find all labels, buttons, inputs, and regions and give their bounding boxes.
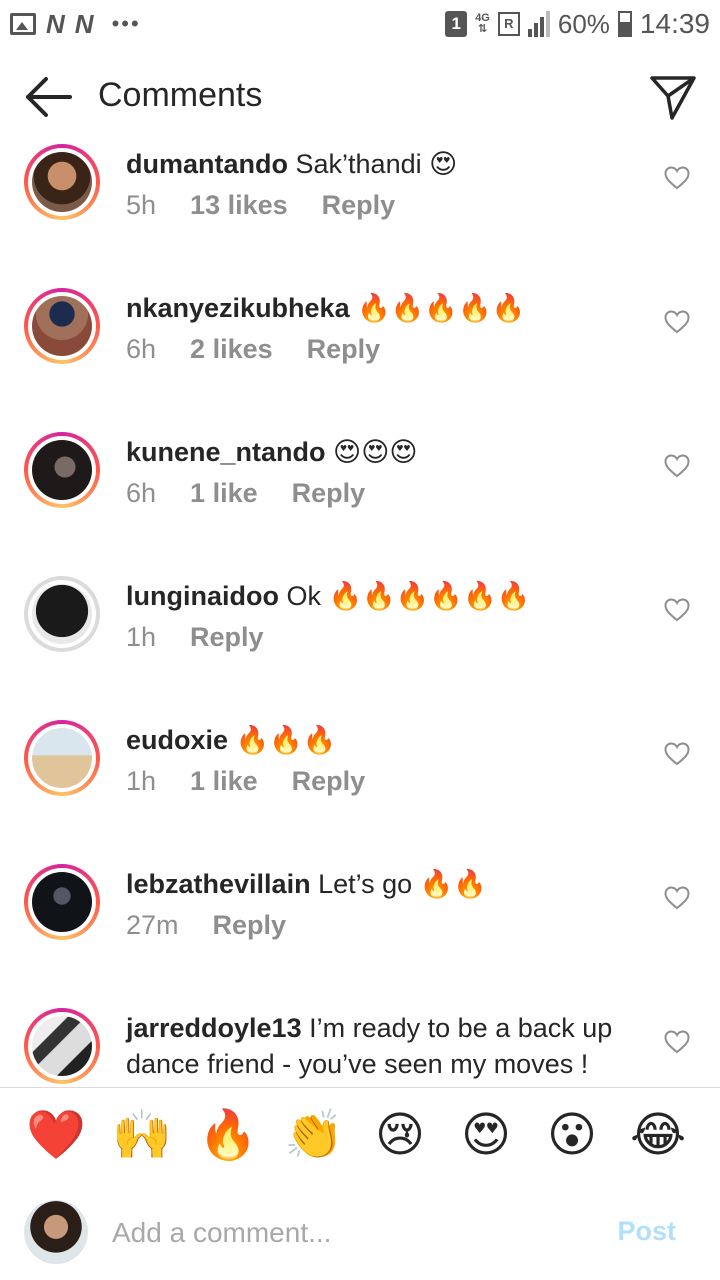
- page-title: Comments: [98, 76, 263, 114]
- comment-item: jarreddoyle13 I’m ready to be a back up …: [0, 1008, 720, 1087]
- more-notifications-icon: •••: [111, 11, 141, 36]
- heart-outline-icon[interactable]: [664, 742, 690, 766]
- comment-list[interactable]: dumantando Sak’thandi 😍 5h 13 likes Repl…: [0, 142, 720, 1087]
- comment-username[interactable]: kunene_ntando: [126, 437, 326, 467]
- status-bar-system: 1 4G ⇅ R 60% 14:39: [445, 8, 710, 40]
- avatar[interactable]: [24, 576, 100, 652]
- comment-body: 🔥🔥🔥: [235, 725, 337, 755]
- sim-indicator: 1: [445, 11, 468, 37]
- send-icon[interactable]: [648, 72, 698, 122]
- avatar[interactable]: [24, 864, 100, 940]
- clapping-emoji-button[interactable]: 👏: [284, 1106, 344, 1166]
- comment-time: 6h: [126, 478, 157, 508]
- reply-button[interactable]: Reply: [213, 910, 287, 941]
- comment-body: Ok 🔥🔥🔥🔥🔥🔥: [286, 581, 531, 611]
- avatar[interactable]: [24, 720, 100, 796]
- notification-n-icon: N: [74, 9, 94, 39]
- post-button[interactable]: Post: [617, 1216, 676, 1247]
- heart-outline-icon[interactable]: [664, 1030, 690, 1054]
- comment-body: Sak’thandi 😍: [295, 149, 458, 179]
- comment-composer: Post: [0, 1184, 720, 1280]
- comment-time: 27m: [126, 910, 179, 940]
- arrow-left-icon[interactable]: [22, 74, 74, 120]
- comment-username[interactable]: dumantando: [126, 149, 288, 179]
- comment-item: dumantando Sak’thandi 😍 5h 13 likes Repl…: [0, 144, 720, 288]
- comment-body: 🔥🔥🔥🔥🔥: [357, 293, 526, 323]
- comment-time: 5h: [126, 190, 157, 220]
- comment-username[interactable]: eudoxie: [126, 725, 228, 755]
- avatar: [24, 1200, 88, 1264]
- comment-username[interactable]: lebzathevillain: [126, 869, 311, 899]
- comment-body: 😍😍😍: [333, 437, 418, 467]
- avatar[interactable]: [24, 432, 100, 508]
- comment-item: eudoxie 🔥🔥🔥 1h 1 like Reply: [0, 720, 720, 864]
- network-type: 4G ⇅: [475, 12, 490, 35]
- comment-likes[interactable]: 13 likes: [190, 190, 288, 221]
- clock: 14:39: [639, 8, 710, 39]
- comment-item: lunginaidoo Ok 🔥🔥🔥🔥🔥🔥 1h Reply: [0, 576, 720, 720]
- reply-button[interactable]: Reply: [292, 766, 366, 797]
- laughing-emoji-button[interactable]: 😂: [628, 1106, 688, 1166]
- emoji-reaction-bar: ❤️ 🙌 🔥 👏 😢 😍 😮 😂: [0, 1087, 720, 1185]
- heart-outline-icon[interactable]: [664, 886, 690, 910]
- avatar[interactable]: [24, 1008, 100, 1084]
- reply-button[interactable]: Reply: [307, 334, 381, 365]
- comment-time: 1h: [126, 766, 157, 796]
- battery-percent: 60%: [557, 8, 610, 39]
- roaming-icon: R: [497, 12, 520, 36]
- comment-body: Let’s go 🔥🔥: [318, 869, 487, 899]
- heart-outline-icon[interactable]: [664, 454, 690, 478]
- comment-item: lebzathevillain Let’s go 🔥🔥 27m Reply: [0, 864, 720, 1008]
- notification-n-icon: N: [46, 9, 65, 39]
- raising-hands-emoji-button[interactable]: 🙌: [112, 1106, 172, 1166]
- reply-button[interactable]: Reply: [190, 622, 264, 653]
- avatar[interactable]: [24, 144, 100, 220]
- heart-outline-icon[interactable]: [664, 166, 690, 190]
- battery-icon: [617, 11, 632, 37]
- comment-time: 6h: [126, 334, 157, 364]
- comment-username[interactable]: jarreddoyle13: [126, 1013, 302, 1043]
- comment-item: nkanyezikubheka 🔥🔥🔥🔥🔥 6h 2 likes Reply: [0, 288, 720, 432]
- comment-username[interactable]: nkanyezikubheka: [126, 293, 350, 323]
- comment-likes[interactable]: 2 likes: [190, 334, 273, 365]
- comment-input[interactable]: [110, 1212, 584, 1254]
- reply-button[interactable]: Reply: [292, 478, 366, 509]
- fire-emoji-button[interactable]: 🔥: [198, 1106, 258, 1166]
- crying-emoji-button[interactable]: 😢: [370, 1106, 430, 1166]
- heart-outline-icon[interactable]: [664, 598, 690, 622]
- comment-time: 1h: [126, 622, 157, 652]
- surprised-emoji-button[interactable]: 😮: [542, 1106, 602, 1166]
- gallery-icon: [10, 13, 36, 35]
- comment-likes[interactable]: 1 like: [190, 766, 258, 797]
- avatar[interactable]: [24, 288, 100, 364]
- comment-item: kunene_ntando 😍😍😍 6h 1 like Reply: [0, 432, 720, 576]
- comment-likes[interactable]: 1 like: [190, 478, 258, 509]
- reply-button[interactable]: Reply: [322, 190, 396, 221]
- heart-emoji-button[interactable]: ❤️: [26, 1106, 86, 1166]
- status-bar: N N ••• 1 4G ⇅ R 60% 14:39: [0, 0, 720, 52]
- comments-header: Comments: [0, 52, 720, 142]
- comment-username[interactable]: lunginaidoo: [126, 581, 279, 611]
- status-bar-notifications: N N •••: [10, 9, 141, 39]
- heart-eyes-emoji-button[interactable]: 😍: [456, 1106, 516, 1166]
- heart-outline-icon[interactable]: [664, 310, 690, 334]
- signal-icon: [527, 11, 550, 37]
